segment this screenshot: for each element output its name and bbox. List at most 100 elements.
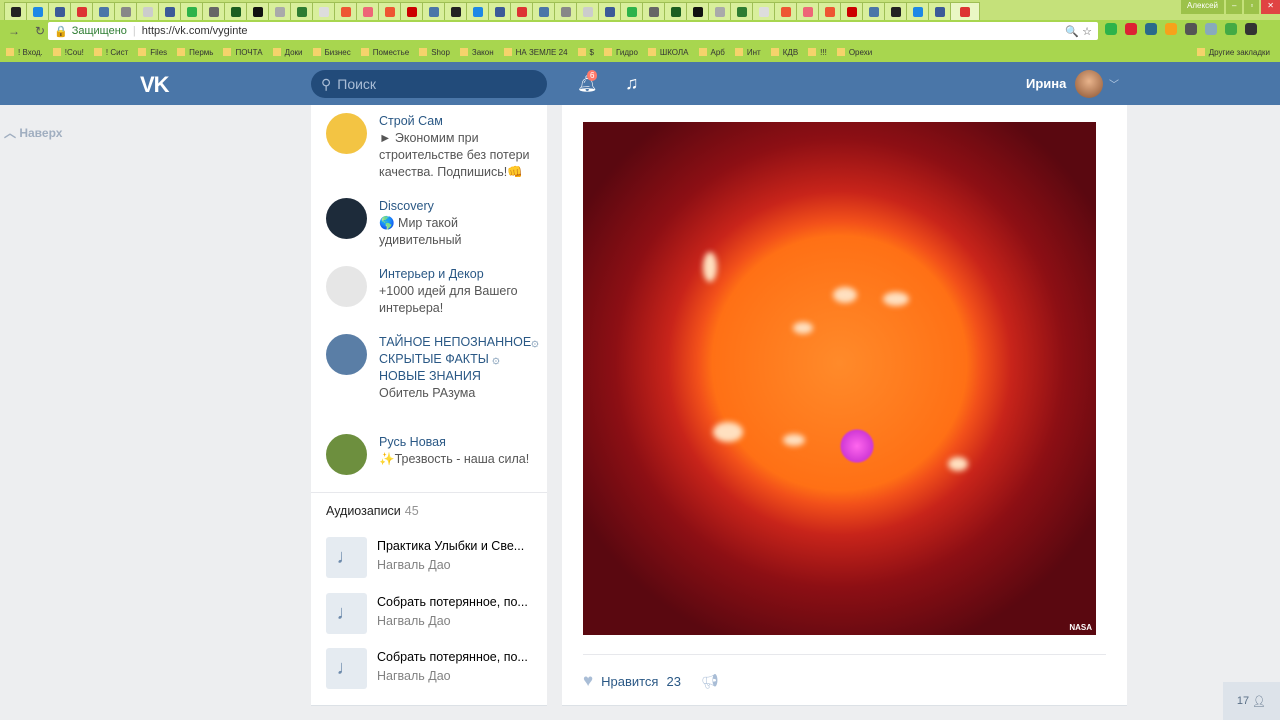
url-input[interactable]: 🔒 Защищено | https://vk.com/vyginte 🔍 ☆: [48, 22, 1098, 40]
browser-tab[interactable]: [906, 2, 929, 20]
maximize-button[interactable]: ▫: [1244, 0, 1260, 14]
group-item[interactable]: Русь Новая ✨Трезвость - наша сила!: [326, 434, 539, 475]
browser-tab[interactable]: [268, 2, 291, 20]
browser-tab[interactable]: [642, 2, 665, 20]
browser-tab[interactable]: [554, 2, 577, 20]
bookmark[interactable]: !!!: [808, 48, 827, 57]
group-avatar[interactable]: [326, 113, 367, 154]
browser-tab[interactable]: [510, 2, 533, 20]
other-bookmarks[interactable]: Другие закладки: [1197, 48, 1270, 57]
browser-tab[interactable]: [884, 2, 907, 20]
extension-icon[interactable]: [1105, 23, 1117, 35]
extension-icon[interactable]: [1145, 23, 1157, 35]
group-item[interactable]: Строй Сам ► Экономим при строительстве бе…: [326, 113, 539, 181]
bookmark[interactable]: ! Вход.: [6, 48, 43, 57]
extension-icon[interactable]: [1185, 23, 1197, 35]
music-note-icon[interactable]: ♩: [326, 648, 367, 689]
browser-tab[interactable]: [92, 2, 115, 20]
audio-track[interactable]: ♩ Собрать потерянное, по... Нагваль Дао: [326, 593, 537, 634]
star-icon[interactable]: 🔍 ☆: [1065, 25, 1092, 38]
browser-tab[interactable]: [444, 2, 467, 20]
browser-tab[interactable]: [158, 2, 181, 20]
bookmark[interactable]: Инт: [735, 48, 761, 57]
browser-tab[interactable]: [752, 2, 775, 20]
bookmark[interactable]: Shop: [419, 48, 450, 57]
group-name[interactable]: Строй Сам: [379, 113, 539, 130]
audio-header[interactable]: Аудиозаписи 45: [326, 504, 419, 518]
bookmark[interactable]: КДВ: [771, 48, 798, 57]
group-avatar[interactable]: [326, 198, 367, 239]
audio-track[interactable]: ♩ Практика Улыбки и Све... Нагваль Дао: [326, 537, 537, 578]
music-icon[interactable]: ♫: [625, 73, 639, 94]
group-item[interactable]: Discovery 🌎 Мир такой удивительный: [326, 198, 539, 249]
search-input[interactable]: ⚲ Поиск: [311, 70, 547, 98]
reload-icon[interactable]: ↻: [32, 24, 48, 38]
browser-tab[interactable]: [664, 2, 687, 20]
bookmark[interactable]: $: [578, 48, 594, 57]
browser-tab[interactable]: [620, 2, 643, 20]
bookmark[interactable]: Орехи: [837, 48, 872, 57]
browser-tab[interactable]: [202, 2, 225, 20]
browser-tab[interactable]: [796, 2, 819, 20]
browser-tab[interactable]: [224, 2, 247, 20]
browser-tab[interactable]: [136, 2, 159, 20]
group-name[interactable]: Discovery: [379, 198, 539, 215]
minimize-button[interactable]: –: [1226, 0, 1243, 14]
browser-tab[interactable]: [598, 2, 621, 20]
group-name[interactable]: Интерьер и Декор: [379, 266, 539, 283]
browser-tab[interactable]: [466, 2, 489, 20]
browser-tab[interactable]: [356, 2, 379, 20]
group-name[interactable]: ТАЙНОЕ НЕПОЗНАННОЕ۞ СКРЫТЫЕ ФАКТЫ ۞ НОВЫ…: [379, 334, 539, 385]
music-note-icon[interactable]: ♩: [326, 593, 367, 634]
back-to-top[interactable]: ︿ Наверх: [4, 124, 62, 141]
like-button[interactable]: ♥ Нравится 23 📢︎: [583, 671, 719, 691]
user-name[interactable]: Ирина: [1026, 76, 1066, 91]
browser-tab[interactable]: [928, 2, 951, 20]
bookmark[interactable]: Бизнес: [313, 48, 351, 57]
browser-tab[interactable]: [246, 2, 269, 20]
group-item[interactable]: Интерьер и Декор +1000 идей для Вашего ин…: [326, 266, 539, 317]
browser-tab[interactable]: [400, 2, 423, 20]
browser-tab[interactable]: [576, 2, 599, 20]
bookmark[interactable]: ШКОЛА: [648, 48, 689, 57]
browser-tab[interactable]: [70, 2, 93, 20]
bookmark[interactable]: НА ЗЕМЛЕ 24: [504, 48, 568, 57]
browser-tab[interactable]: [730, 2, 753, 20]
bookmark[interactable]: Закон: [460, 48, 494, 57]
extension-icon[interactable]: [1205, 23, 1217, 35]
browser-tab[interactable]: [114, 2, 137, 20]
browser-tab[interactable]: [862, 2, 885, 20]
browser-tab[interactable]: [774, 2, 797, 20]
bookmark[interactable]: Доки: [273, 48, 303, 57]
browser-tab[interactable]: [422, 2, 445, 20]
bookmark[interactable]: !Cou!: [53, 48, 84, 57]
bookmark[interactable]: Арб: [699, 48, 725, 57]
extension-icon[interactable]: [1125, 23, 1137, 35]
music-note-icon[interactable]: ♩: [326, 537, 367, 578]
profile-button[interactable]: Алексей: [1181, 0, 1224, 14]
track-artist[interactable]: Нагваль Дао: [377, 612, 537, 631]
bookmark[interactable]: ПОЧТА: [223, 48, 262, 57]
bookmark[interactable]: Files: [138, 48, 167, 57]
browser-tab[interactable]: [708, 2, 731, 20]
track-artist[interactable]: Нагваль Дао: [377, 667, 537, 686]
group-avatar[interactable]: [326, 266, 367, 307]
track-artist[interactable]: Нагваль Дао: [377, 556, 537, 575]
browser-tab[interactable]: [4, 2, 27, 20]
avatar[interactable]: [1075, 70, 1103, 98]
bookmark[interactable]: ! Сист: [94, 48, 128, 57]
close-button[interactable]: ✕: [1261, 0, 1280, 14]
browser-tab[interactable]: [378, 2, 401, 20]
browser-tab[interactable]: [818, 2, 841, 20]
chevron-down-icon[interactable]: ﹀: [1109, 76, 1119, 91]
extension-icon[interactable]: [1165, 23, 1177, 35]
extension-icon[interactable]: [1245, 23, 1257, 35]
browser-tab[interactable]: [290, 2, 313, 20]
browser-tab[interactable]: [334, 2, 357, 20]
browser-tab[interactable]: [312, 2, 335, 20]
bookmark[interactable]: Пермь: [177, 48, 213, 57]
forward-icon[interactable]: →: [6, 24, 22, 38]
browser-tab[interactable]: [686, 2, 709, 20]
browser-tab[interactable]: [950, 2, 980, 20]
browser-tab[interactable]: [840, 2, 863, 20]
